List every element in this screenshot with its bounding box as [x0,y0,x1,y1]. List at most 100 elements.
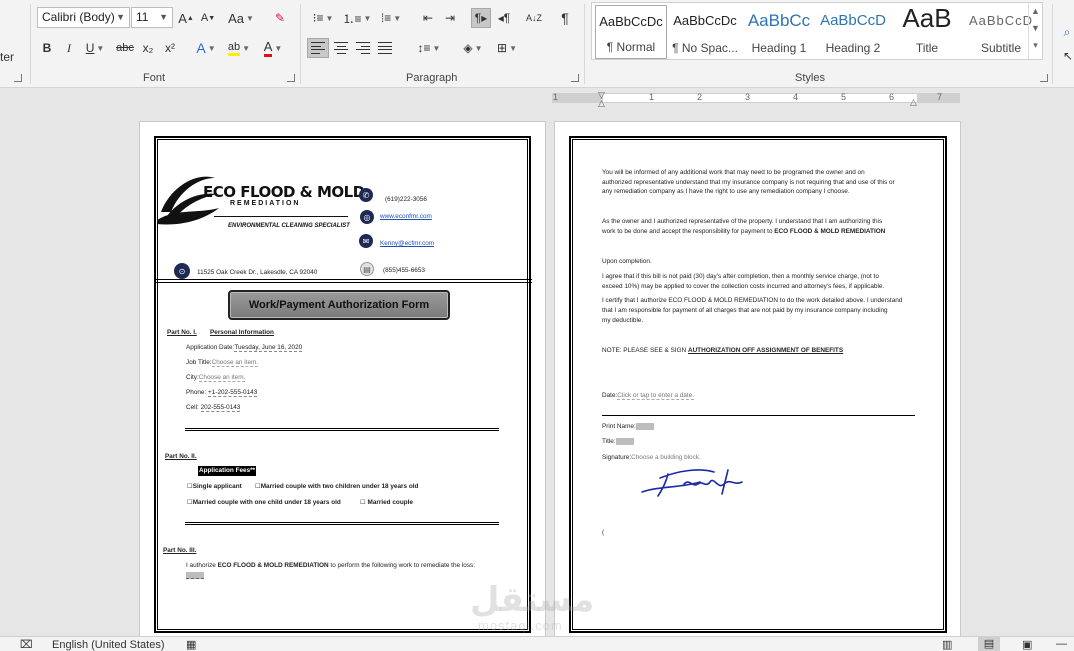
sort-button[interactable]: A↓Z [523,8,545,28]
select-cursor-icon[interactable]: ↖ [1062,46,1074,66]
trailing-text: ( [602,529,605,536]
horizontal-ruler[interactable]: 1 1 2 3 4 5 6 7 ▽ △ △ [552,90,960,108]
shading-button[interactable]: ◈ ▼ [458,38,488,58]
find-search-icon[interactable]: ⌕ [1060,22,1074,42]
change-case-button[interactable]: Aa ▼ [226,8,256,28]
styles-gallery-scroll[interactable]: ▲ ▼ ▾ [1028,3,1042,59]
part3-authorization-text: I authorize ECO FLOOD & MOLD REMEDIATION… [186,561,475,571]
bold-button[interactable]: B [38,38,56,58]
font-color-label: A [263,39,273,57]
macro-recording-icon[interactable]: ▦ [186,638,196,651]
font-color-button[interactable]: A ▼ [258,38,288,58]
print-name-field[interactable] [635,422,654,430]
fee-option-one-child-checkbox[interactable]: ☐Married couple with one child under 18 … [187,498,341,508]
style-normal[interactable]: AaBbCcDc ¶ Normal [595,5,667,59]
line-spacing-button[interactable]: ↕≡ ▼ [414,38,444,58]
web-layout-icon[interactable]: ▣ [1022,638,1032,651]
signature-building-block[interactable]: Choose a building block. [631,454,701,461]
align-right-button[interactable] [353,38,373,58]
city-dropdown[interactable]: Choose an item. [198,374,246,382]
fee-option-married-checkbox[interactable]: ☐ Married couple [360,498,413,508]
text-effects-button[interactable]: A ▼ [192,38,220,58]
ruler-number: 1 [553,92,559,102]
decrease-indent-button[interactable]: ⇤ [418,8,438,28]
logo-sub-text: REMEDIATION [230,200,301,207]
chevron-down-icon: ▼ [393,13,402,23]
font-size-dropdown[interactable]: 11 ▼ [131,7,173,28]
clear-formatting-button[interactable]: ✎ [270,8,290,28]
email-icon: ✉ [359,234,373,248]
style-subtitle[interactable]: AaBbCcD Subtitle [965,5,1037,59]
proofing-icon[interactable]: ⌧ [20,638,33,651]
justify-icon [378,42,392,54]
paragraph-line: You will be informed of any additional w… [602,169,865,176]
change-case-label: Aa [228,10,244,26]
show-formatting-marks-button[interactable]: ¶ [556,8,574,28]
contact-email-link[interactable]: Kenny@ecfmr.com [380,239,434,249]
title-label: Title: [602,438,616,445]
borders-button[interactable]: ⊞ ▼ [492,38,522,58]
signature-row: Signature:Choose a building block. [602,453,701,463]
chevron-down-icon[interactable]: ▼ [1029,20,1042,37]
multilevel-list-button[interactable]: ⁞≡ ▼ [376,8,406,28]
watermark-logo: مستقل [470,580,595,620]
bullets-button[interactable]: ⁝≡ ▼ [308,8,338,28]
increase-indent-button[interactable]: ⇥ [440,8,460,28]
phone-field[interactable]: +1-202-555-0143 [208,389,258,397]
ruler-number: 7 [937,92,943,102]
align-center-button[interactable] [331,38,351,58]
font-dialog-launcher[interactable] [287,74,295,82]
paint-bucket-icon: ◈ [463,41,473,55]
numbering-button[interactable]: ⒈≡ ▼ [342,8,372,28]
subscript-button[interactable]: x₂ [139,38,157,58]
style-name: Title [915,41,939,55]
fee-option-single-checkbox[interactable]: ☐Single applicant [187,482,242,492]
align-left-button[interactable] [307,38,329,58]
title-field[interactable] [615,437,634,445]
fee-option-two-children-checkbox[interactable]: ☐Married couple with two children under … [255,482,418,492]
contact-website-link[interactable]: www.econfmr.com [380,212,432,222]
loss-description-field[interactable] [186,572,204,579]
style-name: Heading 2 [825,41,881,55]
style-heading-2[interactable]: AaBbCcD Heading 2 [817,5,889,59]
application-date-field[interactable]: Tuesday, June 16, 2020 [234,344,303,352]
styles-dialog-launcher[interactable] [1040,74,1048,82]
ltr-direction-button[interactable]: ¶▸ [471,8,491,28]
job-title-dropdown[interactable]: Choose an item. [211,359,259,367]
print-layout-icon[interactable]: ▤ [978,637,1000,651]
paragraph-dialog-launcher[interactable] [571,74,579,82]
indent-icon: ⇥ [444,11,456,25]
numbered-list-icon: ⒈≡ [342,11,362,26]
cell-field[interactable]: 202-555-0143 [200,404,241,412]
chevron-up-icon[interactable]: ▲ [1029,3,1042,20]
font-name-value: Calibri (Body) [42,10,115,24]
language-indicator[interactable]: English (United States) [52,639,165,651]
separator [584,4,585,84]
rtl-direction-button[interactable]: ◂¶ [494,8,514,28]
bullet-list-icon: ⁝≡ [312,11,324,25]
clipboard-dialog-launcher[interactable] [14,74,22,82]
chevron-down-icon: ▼ [245,13,254,23]
section-divider [185,522,499,525]
contact-phone: (619)222-3056 [385,196,427,203]
italic-button[interactable]: I [60,38,78,58]
part3-label: Part No. III. [163,547,197,554]
style-no-spacing[interactable]: AaBbCcDc ¶ No Spac... [669,5,741,59]
right-indent-marker[interactable]: △ [910,97,917,108]
more-icon[interactable]: ▾ [1029,37,1042,54]
hanging-indent-marker[interactable]: △ [598,98,605,109]
read-mode-icon[interactable]: ▥ [942,638,952,651]
grow-font-button[interactable]: A ▲ [178,8,194,28]
shrink-font-button[interactable]: A ▼ [200,8,216,28]
justify-button[interactable] [375,38,395,58]
strikethrough-button[interactable]: abc [114,38,136,58]
date-picker-field[interactable]: Click or tap to enter a date. [617,392,695,400]
align-center-icon [334,42,348,54]
style-title[interactable]: AaB Title [891,3,963,59]
superscript-button[interactable]: x² [161,38,179,58]
style-heading-1[interactable]: AaBbCc Heading 1 [743,5,815,59]
highlight-color-button[interactable]: ab ▼ [224,38,254,58]
underline-button[interactable]: U ▼ [82,38,108,58]
font-name-dropdown[interactable]: Calibri (Body) ▼ [37,7,130,28]
zoom-out-icon[interactable]: — [1056,638,1067,650]
